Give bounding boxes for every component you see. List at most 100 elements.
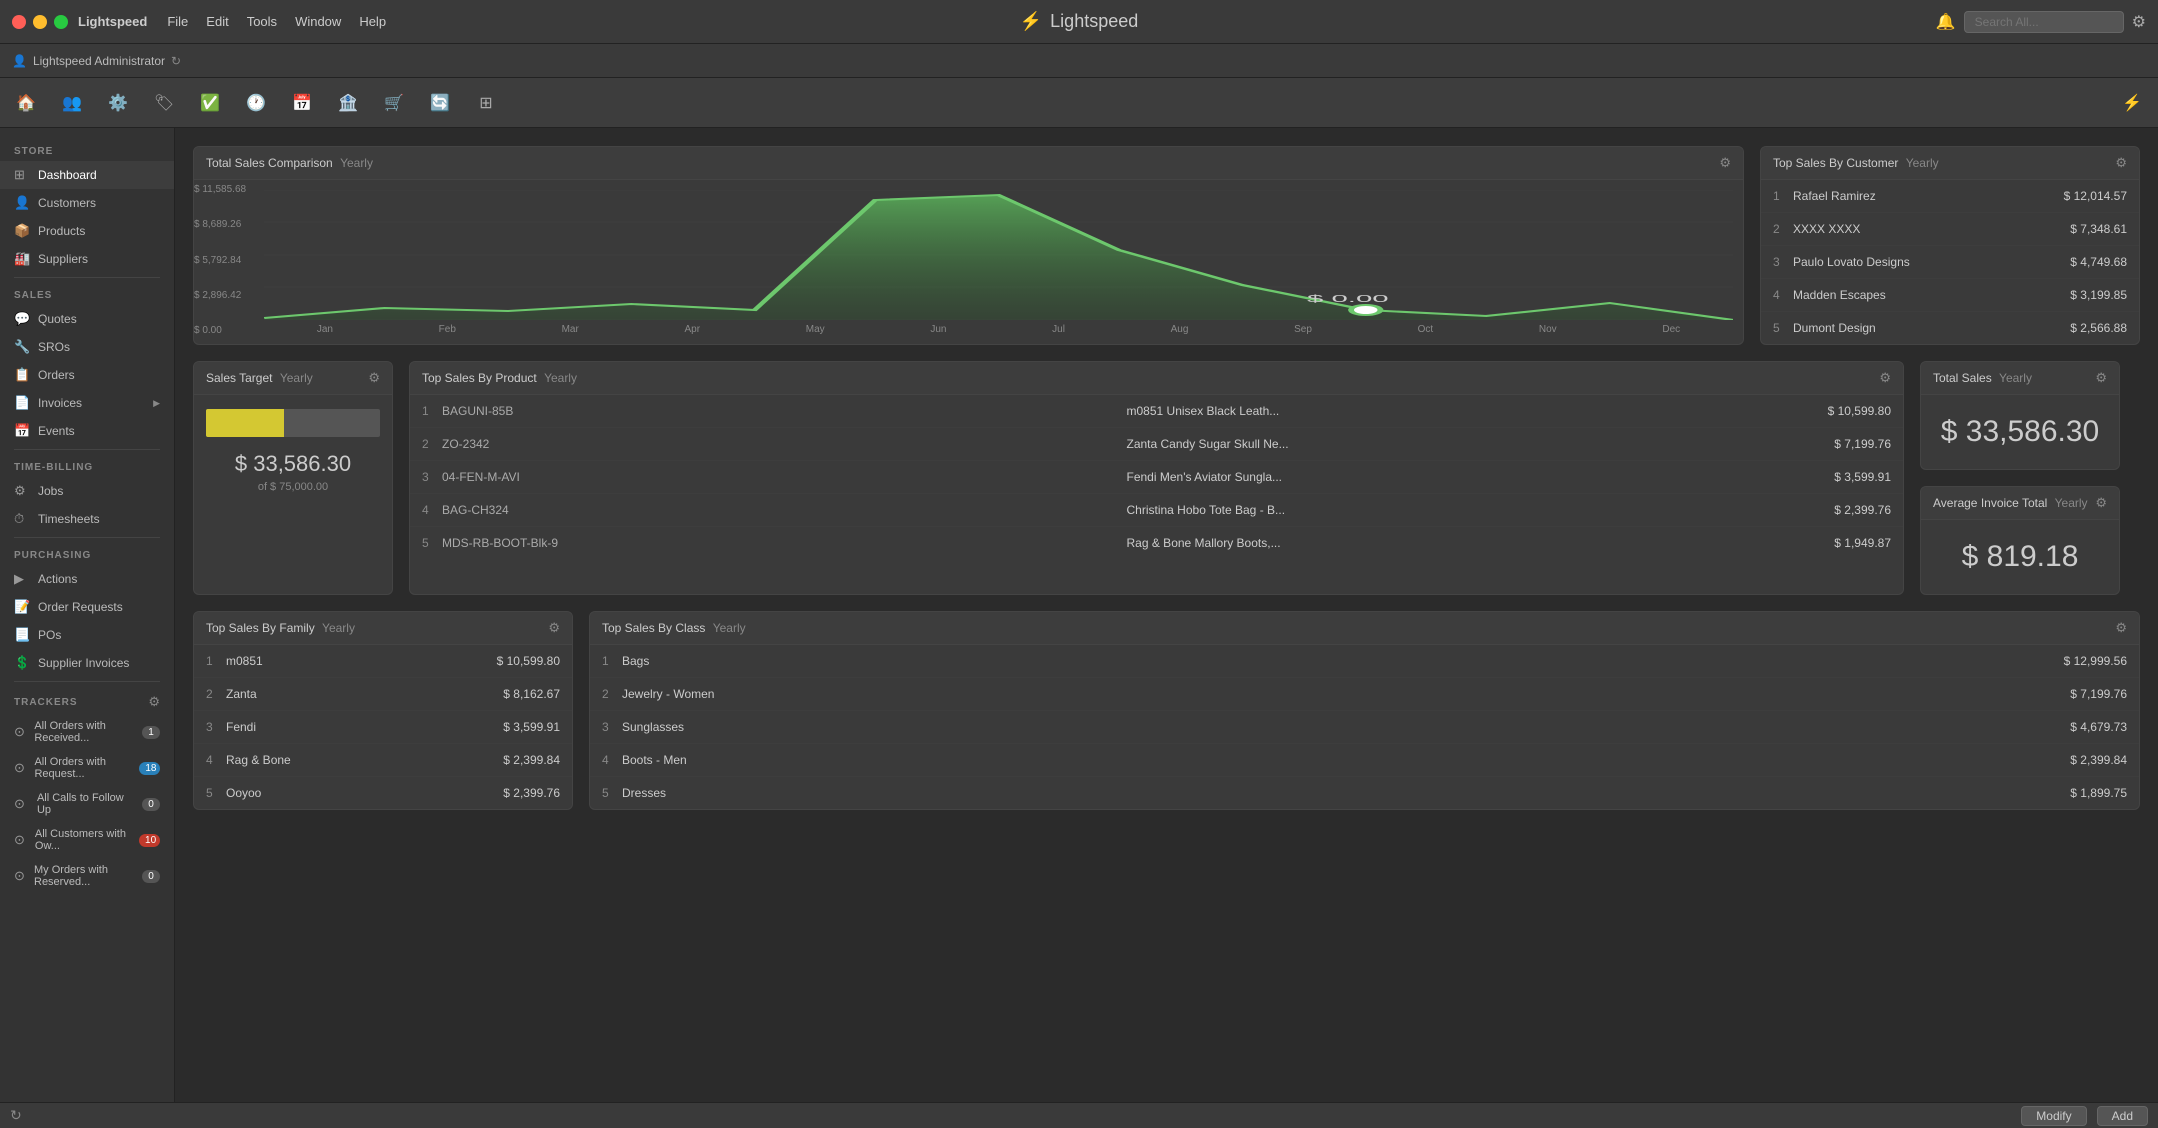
sidebar-orders-label: Orders <box>38 368 75 382</box>
product-value-5: $ 1,949.87 <box>1811 536 1891 550</box>
average-invoice-gear-icon[interactable]: ⚙ <box>2095 495 2107 511</box>
top-sales-by-product-header: Top Sales By Product Yearly ⚙ <box>410 362 1903 395</box>
sidebar-item-all-orders-received[interactable]: ⊙ All Orders with Received... 1 <box>0 714 174 750</box>
sidebar-item-customers[interactable]: 👤 Customers <box>0 189 174 217</box>
trackers-settings-icon[interactable]: ⚙ <box>148 694 160 710</box>
maximize-dot[interactable] <box>54 15 68 29</box>
search-input[interactable] <box>1964 11 2124 33</box>
sidebar-item-invoices[interactable]: 📄 Invoices ▶ <box>0 389 174 417</box>
menu-help[interactable]: Help <box>359 14 386 29</box>
user-icon: 👤 <box>12 54 27 68</box>
family-row-2: 2 Zanta $ 8,162.67 <box>194 678 572 711</box>
toolbar-refresh-icon[interactable]: 🔄 <box>424 87 456 119</box>
sidebar-item-all-calls-follow[interactable]: ⊙ All Calls to Follow Up 0 <box>0 786 174 822</box>
lightspeed-logo-icon: ⚡ <box>1020 11 1042 32</box>
all-customers-own-badge: 10 <box>139 834 160 847</box>
family-value-2: $ 8,162.67 <box>480 687 560 701</box>
top-sales-by-customer-period: Yearly <box>1906 156 1939 170</box>
modify-button[interactable]: Modify <box>2021 1106 2086 1126</box>
top-sales-by-class-gear-icon[interactable]: ⚙ <box>2115 620 2127 636</box>
sidebar-item-supplier-invoices[interactable]: 💲 Supplier Invoices <box>0 649 174 677</box>
customer-name-2: XXXX XXXX <box>1793 222 2047 236</box>
sidebar-item-timesheets[interactable]: ⏱ Timesheets <box>0 505 174 533</box>
average-invoice-title: Average Invoice Total Yearly <box>1933 496 2088 510</box>
menu-tools[interactable]: Tools <box>247 14 277 29</box>
toolbar-filter-icon[interactable]: ⚡ <box>2116 87 2148 119</box>
class-rank-3: 3 <box>602 720 622 734</box>
sidebar-item-products[interactable]: 📦 Products <box>0 217 174 245</box>
progress-bar-container <box>206 409 380 437</box>
sidebar-item-pos[interactable]: 📃 POs <box>0 621 174 649</box>
total-sales-gear-icon[interactable]: ⚙ <box>2095 370 2107 386</box>
top-sales-by-customer-gear-icon[interactable]: ⚙ <box>2115 155 2127 171</box>
toolbar-check-icon[interactable]: ✅ <box>194 87 226 119</box>
sales-target-period: Yearly <box>280 371 313 385</box>
sidebar-item-order-requests[interactable]: 📝 Order Requests <box>0 593 174 621</box>
sidebar-item-quotes[interactable]: 💬 Quotes <box>0 305 174 333</box>
sidebar-item-sros[interactable]: 🔧 SROs <box>0 333 174 361</box>
minimize-dot[interactable] <box>33 15 47 29</box>
sidebar-item-actions[interactable]: ▶ Actions <box>0 565 174 593</box>
product-row-2: 2 ZO-2342 Zanta Candy Sugar Skull Ne... … <box>410 428 1903 461</box>
toolbar-home-icon[interactable]: 🏠 <box>10 87 42 119</box>
toolbar-bank-icon[interactable]: 🏦 <box>332 87 364 119</box>
suppliers-icon: 🏭 <box>14 251 30 267</box>
adjust-icon[interactable]: ⚙ <box>2132 12 2146 32</box>
toolbar-settings-icon[interactable]: ⚙️ <box>102 87 134 119</box>
close-dot[interactable] <box>12 15 26 29</box>
product-row-3: 3 04-FEN-M-AVI Fendi Men's Aviator Sungl… <box>410 461 1903 494</box>
row-2: Sales Target Yearly ⚙ $ 33,586.30 of $ 7… <box>193 361 2140 595</box>
toolbar-calendar-icon[interactable]: 📅 <box>286 87 318 119</box>
add-button[interactable]: Add <box>2097 1106 2148 1126</box>
top-sales-by-product-gear-icon[interactable]: ⚙ <box>1879 370 1891 386</box>
menu-window[interactable]: Window <box>295 14 341 29</box>
sidebar-item-suppliers[interactable]: 🏭 Suppliers <box>0 245 174 273</box>
top-sales-by-family-gear-icon[interactable]: ⚙ <box>548 620 560 636</box>
menu-file[interactable]: File <box>167 14 188 29</box>
sidebar-item-my-orders-reserved[interactable]: ⊙ My Orders with Reserved... 0 <box>0 858 174 894</box>
sales-target-title: Sales Target Yearly <box>206 371 313 385</box>
product-sku-4: BAG-CH324 <box>442 503 1127 517</box>
notification-icon[interactable]: 🔔 <box>1936 12 1956 32</box>
top-sales-by-customer-header: Top Sales By Customer Yearly ⚙ <box>1761 147 2139 180</box>
sales-target-gear-icon[interactable]: ⚙ <box>368 370 380 386</box>
sidebar-item-events[interactable]: 📅 Events <box>0 417 174 445</box>
user-bar: 👤 Lightspeed Administrator ↻ <box>0 44 2158 78</box>
product-value-3: $ 3,599.91 <box>1811 470 1891 484</box>
sidebar-item-jobs[interactable]: ⚙ Jobs <box>0 477 174 505</box>
user-name: Lightspeed Administrator <box>33 54 165 68</box>
mac-menu: File Edit Tools Window Help <box>167 14 386 29</box>
sidebar-item-dashboard[interactable]: ⊞ Dashboard <box>0 161 174 189</box>
product-row-4: 4 BAG-CH324 Christina Hobo Tote Bag - B.… <box>410 494 1903 527</box>
customer-rank-1: 1 <box>1773 189 1793 203</box>
product-sku-1: BAGUNI-85B <box>442 404 1127 418</box>
total-sales-comparison-gear-icon[interactable]: ⚙ <box>1719 155 1731 171</box>
top-sales-by-family-header: Top Sales By Family Yearly ⚙ <box>194 612 572 645</box>
family-name-3: Fendi <box>226 720 480 734</box>
sidebar-all-customers-own-label: All Customers with Ow... <box>35 828 131 852</box>
product-value-2: $ 7,199.76 <box>1811 437 1891 451</box>
toolbar-grid-icon[interactable]: ⊞ <box>470 87 502 119</box>
toolbar-people-icon[interactable]: 👥 <box>56 87 88 119</box>
sidebar-item-all-customers-own[interactable]: ⊙ All Customers with Ow... 10 <box>0 822 174 858</box>
menu-edit[interactable]: Edit <box>206 14 228 29</box>
top-sales-by-class-list: 1 Bags $ 12,999.56 2 Jewelry - Women $ 7… <box>590 645 2139 809</box>
class-name-3: Sunglasses <box>622 720 2047 734</box>
all-customers-own-icon: ⊙ <box>14 832 27 848</box>
toolbar-clock-icon[interactable]: 🕐 <box>240 87 272 119</box>
toolbar-cart-icon[interactable]: 🛒 <box>378 87 410 119</box>
toolbar-tag-icon[interactable]: 🏷 <box>148 87 180 119</box>
refresh-icon[interactable]: ↻ <box>171 54 181 68</box>
store-section-label: STORE <box>0 138 174 161</box>
class-row-3: 3 Sunglasses $ 4,679.73 <box>590 711 2139 744</box>
mac-titlebar: Lightspeed File Edit Tools Window Help ⚡… <box>0 0 2158 44</box>
top-sales-by-customer-title: Top Sales By Customer Yearly <box>1773 156 1939 170</box>
sidebar-item-orders[interactable]: 📋 Orders <box>0 361 174 389</box>
sidebar-item-all-orders-request[interactable]: ⊙ All Orders with Request... 18 <box>0 750 174 786</box>
customer-name-4: Madden Escapes <box>1793 288 2047 302</box>
product-sku-2: ZO-2342 <box>442 437 1127 451</box>
refresh-bottom-icon[interactable]: ↻ <box>10 1107 22 1124</box>
svg-text:$ 0.00: $ 0.00 <box>1307 293 1389 304</box>
average-invoice-body: $ 819.18 <box>1921 520 2119 594</box>
row-1: Total Sales Comparison Yearly ⚙ $ 11,585… <box>193 146 2140 345</box>
